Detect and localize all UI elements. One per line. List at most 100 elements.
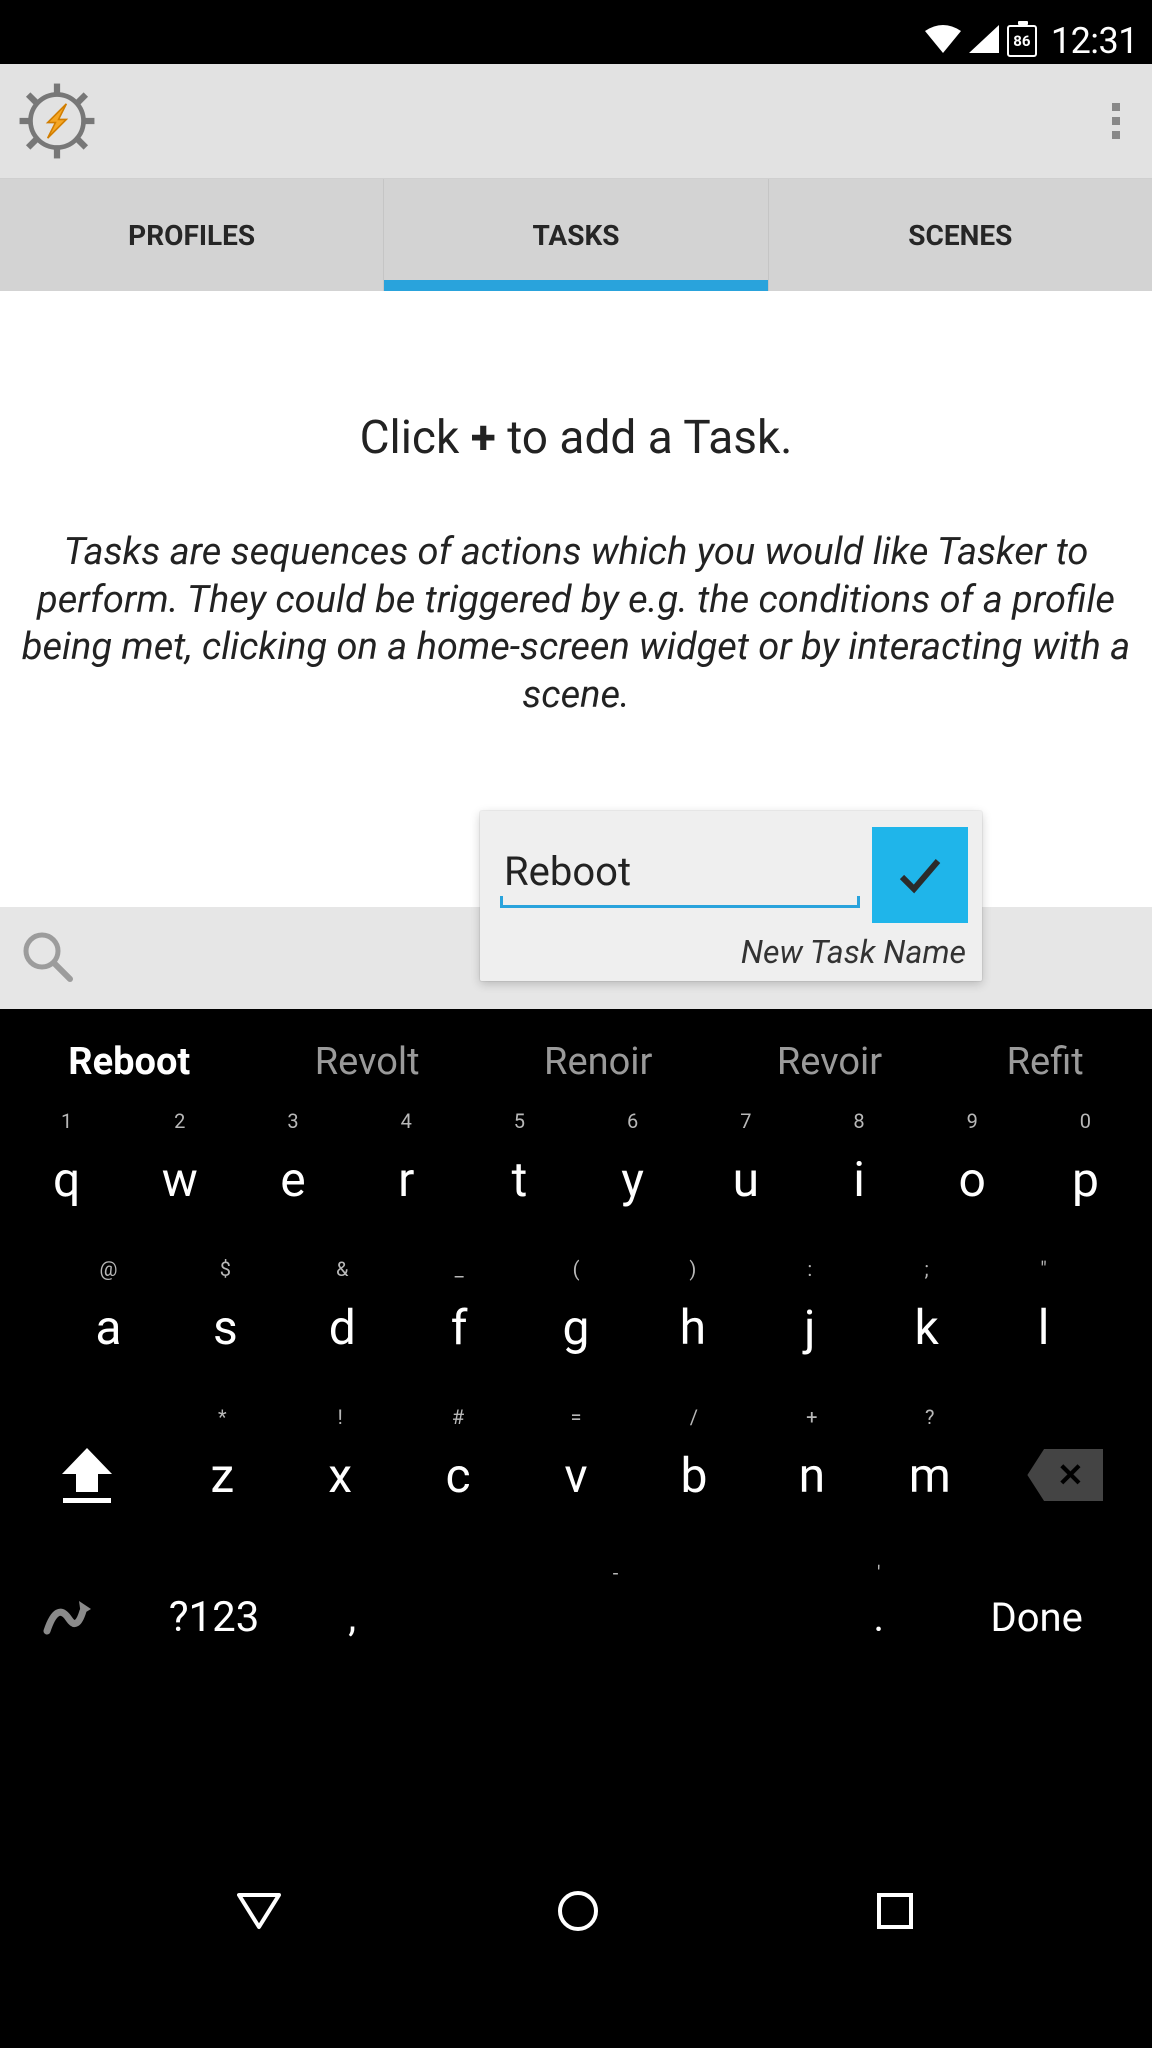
suggestion-1[interactable]: Revolt <box>307 1034 428 1090</box>
key-u[interactable]: 7u <box>689 1105 802 1253</box>
numeric-toggle-key[interactable]: ?123 <box>128 1549 299 1685</box>
task-name-input[interactable] <box>500 842 860 901</box>
key-j[interactable]: :j <box>751 1253 868 1401</box>
key-l[interactable]: "l <box>985 1253 1102 1401</box>
key-hint: + <box>806 1405 817 1429</box>
period-hint: ' <box>877 1561 881 1585</box>
wifi-icon <box>925 25 961 57</box>
new-task-name-popup: New Task Name <box>480 811 982 981</box>
key-d[interactable]: &d <box>284 1253 401 1401</box>
key-c[interactable]: #c <box>399 1401 517 1549</box>
tab-profiles[interactable]: PROFILES <box>0 179 384 291</box>
key-hint: # <box>452 1405 464 1429</box>
key-hint: 8 <box>853 1109 864 1133</box>
key-y[interactable]: 6y <box>576 1105 689 1253</box>
key-m[interactable]: ?m <box>871 1401 989 1549</box>
key-b[interactable]: /b <box>635 1401 753 1549</box>
key-k[interactable]: ;k <box>868 1253 985 1401</box>
confirm-button[interactable] <box>872 827 968 923</box>
suggestion-2[interactable]: Renoir <box>536 1034 660 1090</box>
nav-home-button[interactable] <box>556 1889 600 1937</box>
bottom-toolbar: New Task Name <box>0 907 1152 1009</box>
key-hint: : <box>807 1257 812 1281</box>
status-bar: 86 12:31 <box>0 18 1152 64</box>
key-hint: ; <box>925 1257 929 1281</box>
key-label: l <box>1038 1299 1050 1356</box>
key-hint: ! <box>338 1405 343 1429</box>
key-label: c <box>446 1447 471 1504</box>
check-icon <box>892 847 948 903</box>
key-label: t <box>512 1151 528 1208</box>
key-label: w <box>162 1151 198 1208</box>
tab-scenes[interactable]: SCENES <box>769 179 1152 291</box>
search-icon[interactable] <box>18 927 76 989</box>
tab-tasks[interactable]: TASKS <box>384 179 768 291</box>
key-x[interactable]: !x <box>281 1401 399 1549</box>
key-label: z <box>210 1447 234 1504</box>
empty-state-body: Tasks are sequences of actions which you… <box>0 529 1152 719</box>
space-key[interactable]: - <box>405 1549 826 1685</box>
shift-key[interactable] <box>10 1401 163 1549</box>
key-hint: _ <box>455 1257 464 1281</box>
suggestion-0[interactable]: Reboot <box>60 1034 198 1090</box>
suggestion-bar: Reboot Revolt Renoir Revoir Refit <box>0 1019 1152 1105</box>
key-label: h <box>680 1299 706 1356</box>
soft-keyboard: Reboot Revolt Renoir Revoir Refit 1q2w3e… <box>0 1009 1152 1862</box>
key-t[interactable]: 5t <box>463 1105 576 1253</box>
comma-key[interactable]: , <box>300 1549 405 1685</box>
headline-pre: Click <box>360 411 471 465</box>
key-a[interactable]: @a <box>50 1253 167 1401</box>
key-r[interactable]: 4r <box>350 1105 463 1253</box>
key-e[interactable]: 3e <box>236 1105 349 1253</box>
space-hint: - <box>613 1561 619 1585</box>
backspace-key[interactable]: ✕ <box>989 1401 1142 1549</box>
key-hint: 2 <box>174 1109 185 1133</box>
key-hint: 4 <box>401 1109 412 1133</box>
key-v[interactable]: =v <box>517 1401 635 1549</box>
period-label: . <box>873 1594 884 1641</box>
key-p[interactable]: 0p <box>1029 1105 1142 1253</box>
key-s[interactable]: $s <box>167 1253 284 1401</box>
key-hint: ? <box>925 1405 934 1429</box>
done-key[interactable]: Done <box>931 1549 1142 1685</box>
nav-back-button[interactable] <box>237 1891 281 1935</box>
key-hint: = <box>571 1405 582 1429</box>
suggestion-4[interactable]: Refit <box>999 1034 1092 1090</box>
key-label: y <box>621 1151 644 1208</box>
suggestion-3[interactable]: Revoir <box>769 1034 890 1090</box>
key-z[interactable]: *z <box>163 1401 281 1549</box>
done-label: Done <box>990 1594 1082 1641</box>
numeric-toggle-label: ?123 <box>169 1593 260 1642</box>
key-label: p <box>1072 1151 1099 1208</box>
popup-caption: New Task Name <box>500 933 968 971</box>
key-h[interactable]: )h <box>634 1253 751 1401</box>
key-label: o <box>959 1151 986 1208</box>
key-n[interactable]: +n <box>753 1401 871 1549</box>
key-hint: / <box>690 1405 698 1429</box>
key-label: u <box>733 1151 759 1208</box>
key-q[interactable]: 1q <box>10 1105 123 1253</box>
key-label: a <box>95 1299 121 1356</box>
key-hint: 6 <box>627 1109 638 1133</box>
swype-key[interactable] <box>10 1549 128 1685</box>
nav-home-icon <box>556 1889 600 1933</box>
nav-recent-button[interactable] <box>875 1891 915 1935</box>
key-label: s <box>213 1299 238 1356</box>
nav-recent-icon <box>875 1891 915 1931</box>
headline-plus: + <box>471 411 496 465</box>
key-g[interactable]: (g <box>518 1253 635 1401</box>
key-f[interactable]: _f <box>401 1253 518 1401</box>
period-key[interactable]: ' . <box>826 1549 931 1685</box>
key-label: m <box>909 1447 951 1504</box>
key-i[interactable]: 8i <box>802 1105 915 1253</box>
status-clock: 12:31 <box>1051 20 1138 62</box>
swype-icon <box>43 1591 95 1643</box>
key-hint: @ <box>99 1257 117 1281</box>
key-label: g <box>563 1299 590 1356</box>
key-label: n <box>799 1447 826 1504</box>
key-o[interactable]: 9o <box>916 1105 1029 1253</box>
overflow-menu-button[interactable] <box>1102 93 1130 149</box>
cell-signal-icon <box>969 25 999 57</box>
key-w[interactable]: 2w <box>123 1105 236 1253</box>
key-label: r <box>398 1151 414 1208</box>
